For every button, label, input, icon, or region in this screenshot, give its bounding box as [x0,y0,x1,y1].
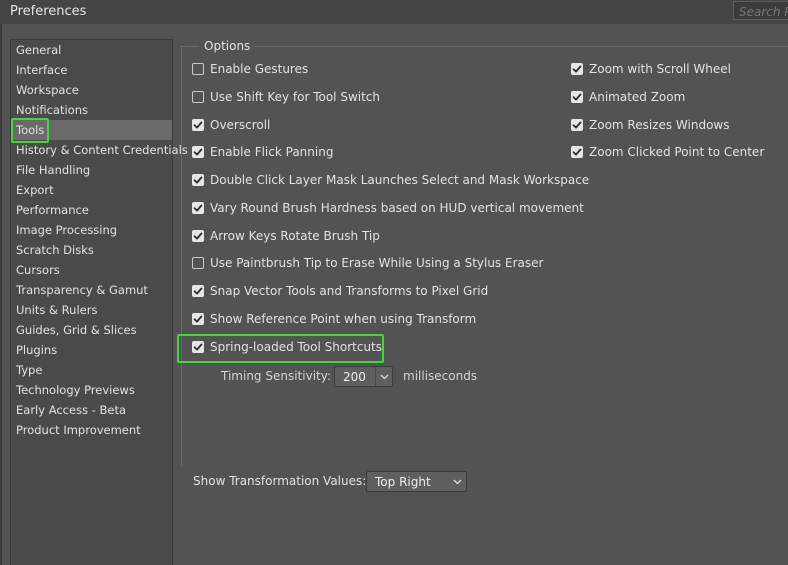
sidebar-item-label: General [16,43,62,57]
option-label: Zoom Resizes Windows [589,118,730,132]
sidebar-item-label: Cursors [16,263,60,277]
option-left-4[interactable]: Double Click Layer Mask Launches Select … [192,171,589,189]
sidebar-item-label: Notifications [16,103,88,117]
sidebar-item-label: Transparency & Gamut [16,283,148,297]
option-left-3[interactable]: Enable Flick Panning [192,143,333,161]
checkbox-checked-icon[interactable] [192,174,204,186]
sidebar-item-label: File Handling [16,163,91,177]
checkbox-checked-icon[interactable] [571,91,583,103]
sidebar-item-early-access-beta[interactable]: Early Access - Beta [11,400,172,420]
sidebar-item-workspace[interactable]: Workspace [11,80,172,100]
option-right-2[interactable]: Zoom Resizes Windows [571,116,730,134]
option-label: Enable Flick Panning [210,145,334,159]
option-label: Show Reference Point when using Transfor… [210,312,477,326]
option-label: Zoom Clicked Point to Center [589,145,765,159]
timing-sensitivity-value: 200 [343,369,366,384]
option-left-0[interactable]: Enable Gestures [192,60,308,78]
sidebar-item-label: Performance [16,203,89,217]
option-left-8[interactable]: Snap Vector Tools and Transforms to Pixe… [192,282,488,300]
search-input[interactable] [733,1,788,20]
sidebar-item-type[interactable]: Type [11,360,172,380]
sidebar-item-file-handling[interactable]: File Handling [11,160,172,180]
option-left-6[interactable]: Arrow Keys Rotate Brush Tip [192,227,380,245]
sidebar-item-label: Plugins [16,343,58,357]
sidebar-item-technology-previews[interactable]: Technology Previews [11,380,172,400]
option-label: Vary Round Brush Hardness based on HUD v… [210,201,584,215]
timing-sensitivity-select[interactable]: 200 [334,366,393,387]
sidebar-item-label: History & Content Credentials [16,143,188,157]
highlight-spring-loaded [177,334,384,363]
preferences-window: Preferences General Interface Workspace Not… [0,0,788,565]
sidebar-item-label: Units & Rulers [16,303,98,317]
option-left-9[interactable]: Show Reference Point when using Transfor… [192,310,476,328]
option-label: Enable Gestures [210,62,309,76]
sidebar-item-label: Early Access - Beta [16,403,127,417]
sidebar-item-general[interactable]: General [11,40,172,60]
option-label: Animated Zoom [589,90,686,104]
window-title: Preferences [10,4,87,19]
sidebar-item-plugins[interactable]: Plugins [11,340,172,360]
sidebar-item-label: Type [16,363,43,377]
option-label: Double Click Layer Mask Launches Select … [210,173,590,187]
sidebar-item-history-content-credentials[interactable]: History & Content Credentials [11,140,188,160]
option-label: Zoom with Scroll Wheel [589,62,731,76]
checkbox-checked-icon[interactable] [571,63,583,75]
highlight-tools [11,118,49,143]
sidebar-item-label: Workspace [16,83,79,97]
sidebar-item-product-improvement[interactable]: Product Improvement [11,420,172,440]
checkbox-checked-icon[interactable] [192,146,204,158]
sidebar-item-image-processing[interactable]: Image Processing [11,220,172,240]
option-label: Snap Vector Tools and Transforms to Pixe… [210,284,489,298]
checkbox-unchecked-icon[interactable] [192,63,204,75]
checkbox-checked-icon[interactable] [192,202,204,214]
sidebar-item-interface[interactable]: Interface [11,60,172,80]
chevron-down-icon [375,367,392,386]
transformation-values-label: Show Transformation Values: [193,474,367,488]
option-left-5[interactable]: Vary Round Brush Hardness based on HUD v… [192,199,584,217]
option-left-1[interactable]: Use Shift Key for Tool Switch [192,88,380,106]
sidebar-item-label: Product Improvement [16,423,141,437]
option-right-0[interactable]: Zoom with Scroll Wheel [571,60,731,78]
option-label: Arrow Keys Rotate Brush Tip [210,229,380,243]
sidebar-item-performance[interactable]: Performance [11,200,172,220]
checkbox-checked-icon[interactable] [192,285,204,297]
title-bar: Preferences [0,0,788,24]
option-label: Overscroll [210,118,271,132]
checkbox-checked-icon[interactable] [192,230,204,242]
option-right-1[interactable]: Animated Zoom [571,88,685,106]
checkbox-unchecked-icon[interactable] [192,91,204,103]
checkbox-checked-icon[interactable] [192,313,204,325]
sidebar-item-export[interactable]: Export [11,180,172,200]
option-left-2[interactable]: Overscroll [192,116,270,134]
sidebar-item-label: Guides, Grid & Slices [16,323,137,337]
timing-unit-label: milliseconds [403,369,478,383]
sidebar-item-label: Interface [16,63,68,77]
sidebar-item-label: Export [16,183,54,197]
option-left-7[interactable]: Use Paintbrush Tip to Erase While Using … [192,254,543,272]
transformation-values-select[interactable]: Top Right [366,471,467,492]
sidebar-item-units-rulers[interactable]: Units & Rulers [11,300,172,320]
sidebar-item-guides-grid-slices[interactable]: Guides, Grid & Slices [11,320,172,340]
option-label: Use Shift Key for Tool Switch [210,90,381,104]
checkbox-checked-icon[interactable] [571,146,583,158]
options-group-title: Options [199,39,256,53]
sidebar-item-scratch-disks[interactable]: Scratch Disks [11,240,172,260]
option-label: Use Paintbrush Tip to Erase While Using … [210,256,544,270]
sidebar-item-label: Scratch Disks [16,243,94,257]
sidebar-item-label: Image Processing [16,223,118,237]
sidebar-item-label: Technology Previews [16,383,135,397]
checkbox-unchecked-icon[interactable] [192,257,204,269]
chevron-down-icon [449,472,466,491]
option-right-3[interactable]: Zoom Clicked Point to Center [571,143,764,161]
timing-sensitivity-label: Timing Sensitivity: [221,369,331,383]
checkbox-checked-icon[interactable] [571,119,583,131]
window-left-edge [0,24,2,565]
transformation-values-value: Top Right [375,474,431,489]
sidebar-item-transparency-gamut[interactable]: Transparency & Gamut [11,280,172,300]
sidebar-item-notifications[interactable]: Notifications [11,100,172,120]
sidebar-item-cursors[interactable]: Cursors [11,260,172,280]
checkbox-checked-icon[interactable] [192,119,204,131]
